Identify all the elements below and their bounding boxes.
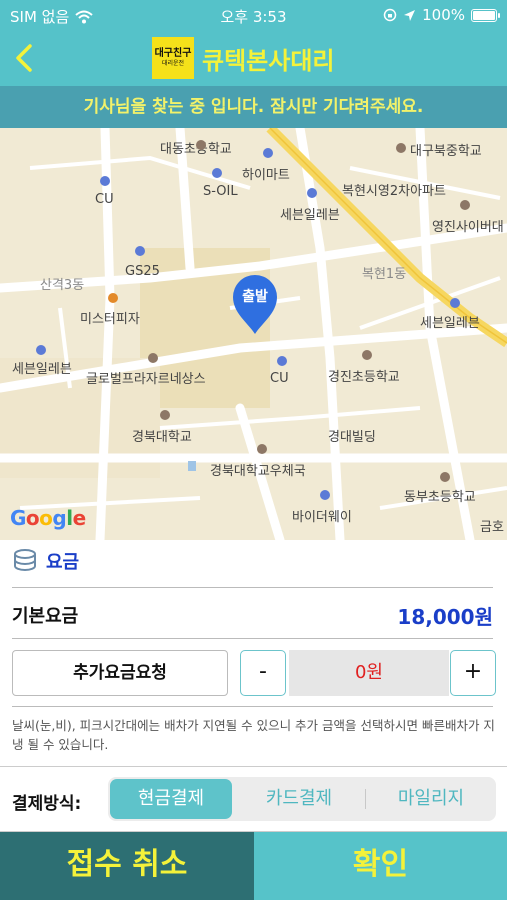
map-label: 경대빌딩 — [328, 430, 376, 445]
divider — [12, 706, 493, 707]
school-icon — [460, 200, 470, 210]
map-label: GS25 — [125, 264, 160, 279]
brand: 대구친구 대리운전 큐텍본사대리 — [152, 37, 334, 79]
confirm-button[interactable]: 확인 — [254, 832, 507, 900]
logo-main-text: 대구친구 — [154, 48, 192, 59]
extra-fare-row: 추가요금요청 - 0원 + — [12, 650, 496, 696]
shop-icon — [320, 490, 330, 500]
school-icon — [196, 140, 206, 150]
extra-fare-amount: 0원 — [289, 650, 449, 696]
building-icon — [148, 353, 158, 363]
start-location-pin[interactable]: 출발 — [230, 273, 280, 335]
increase-button[interactable]: + — [450, 650, 496, 696]
fare-header: 요금 — [12, 548, 79, 574]
searching-driver-banner: 기사님을 찾는 중 입니다. 잠시만 기다려주세요. — [0, 86, 507, 128]
pay-tab-card[interactable]: 카드결제 — [238, 779, 360, 819]
map-label: 동부초등학교 — [404, 490, 476, 505]
map-label: 금호 — [480, 520, 504, 535]
shop-icon — [277, 356, 287, 366]
google-attribution: Google — [10, 506, 86, 530]
map-label: 글로벌프라자르네상스 — [86, 372, 206, 387]
base-fare-label: 기본요금 — [12, 606, 79, 627]
back-button[interactable] — [8, 38, 44, 78]
pay-tab-cash[interactable]: 현금결제 — [110, 779, 232, 819]
google-letter: o — [39, 506, 53, 530]
school-icon — [160, 410, 170, 420]
shop-icon — [100, 176, 110, 186]
logo-sub-text: 대리운전 — [161, 60, 185, 67]
shop-icon — [450, 298, 460, 308]
map-label: 바이더웨이 — [292, 510, 352, 525]
gas-station-icon — [212, 168, 222, 178]
map-label: 영진사이버대 — [432, 220, 504, 235]
school-icon — [362, 350, 372, 360]
google-letter: G — [10, 506, 26, 530]
start-pin-label: 출발 — [242, 289, 268, 305]
page-title: 큐텍본사대리 — [202, 46, 335, 75]
status-bar: SIM 없음 오후 3:53 100% — [0, 0, 507, 30]
payment-method-selector: 현금결제 카드결제 마일리지 — [108, 777, 496, 821]
status-right: 100% — [383, 6, 500, 24]
map-label: 세븐일레븐 — [420, 316, 480, 331]
shop-icon — [307, 188, 317, 198]
map-label: 복현1동 — [362, 267, 407, 282]
coins-icon — [14, 549, 36, 571]
rotation-lock-icon — [383, 8, 397, 22]
extra-fare-request-button[interactable]: 추가요금요청 — [12, 650, 228, 696]
shop-icon — [263, 148, 273, 158]
shop-icon — [36, 345, 46, 355]
map-label: S-OIL — [203, 184, 238, 199]
map-label: 산격3동 — [40, 278, 85, 293]
map-label: 대구북중학교 — [410, 144, 482, 159]
restaurant-icon — [108, 293, 118, 303]
map-label: 세븐일레븐 — [280, 208, 340, 223]
app-logo: 대구친구 대리운전 — [152, 37, 194, 79]
base-fare-value: 18,000원 — [397, 605, 493, 629]
map-label: 복현시영2차아파트 — [342, 184, 446, 199]
divider — [12, 638, 493, 639]
map-label: 하이마트 — [242, 168, 290, 183]
post-office-icon — [257, 444, 267, 454]
divider — [12, 587, 493, 588]
map-label: 세븐일레븐 — [12, 362, 72, 377]
map-label: CU — [95, 192, 114, 207]
google-letter: e — [72, 506, 87, 530]
shop-icon — [135, 246, 145, 256]
pay-tab-mileage[interactable]: 마일리지 — [370, 779, 492, 819]
payment-method-row: 결제방식: 현금결제 카드결제 마일리지 — [0, 766, 507, 832]
google-letter: o — [25, 506, 40, 530]
map-view[interactable]: 대동초등학교 대구북중학교 하이마트 CU S-OIL 복현시영2차아파트 세븐… — [0, 128, 507, 540]
tab-separator — [365, 789, 366, 809]
map-label: 경북대학교우체국 — [210, 464, 306, 479]
map-label: 경북대학교 — [132, 430, 192, 445]
fare-title: 요금 — [46, 552, 80, 573]
payment-method-label: 결제방식: — [12, 794, 82, 814]
chevron-left-icon — [16, 44, 32, 72]
base-fare-row: 기본요금 18,000원 — [12, 596, 493, 632]
map-label: CU — [270, 371, 289, 386]
school-icon — [396, 143, 406, 153]
delay-notice: 날씨(눈,비), 피크시간대에는 배차가 지연될 수 있으니 추가 금액을 선택… — [12, 718, 495, 752]
school-icon — [440, 472, 450, 482]
battery-icon — [471, 8, 500, 22]
google-letter: g — [52, 506, 67, 530]
battery-percent: 100% — [422, 6, 465, 24]
map-label: 미스터피자 — [80, 312, 140, 327]
nav-bar: 대구친구 대리운전 큐텍본사대리 — [0, 30, 507, 86]
map-label: 경진초등학교 — [328, 370, 400, 385]
location-arrow-icon — [404, 9, 416, 21]
decrease-button[interactable]: - — [240, 650, 286, 696]
cancel-request-button[interactable]: 접수 취소 — [0, 832, 254, 900]
